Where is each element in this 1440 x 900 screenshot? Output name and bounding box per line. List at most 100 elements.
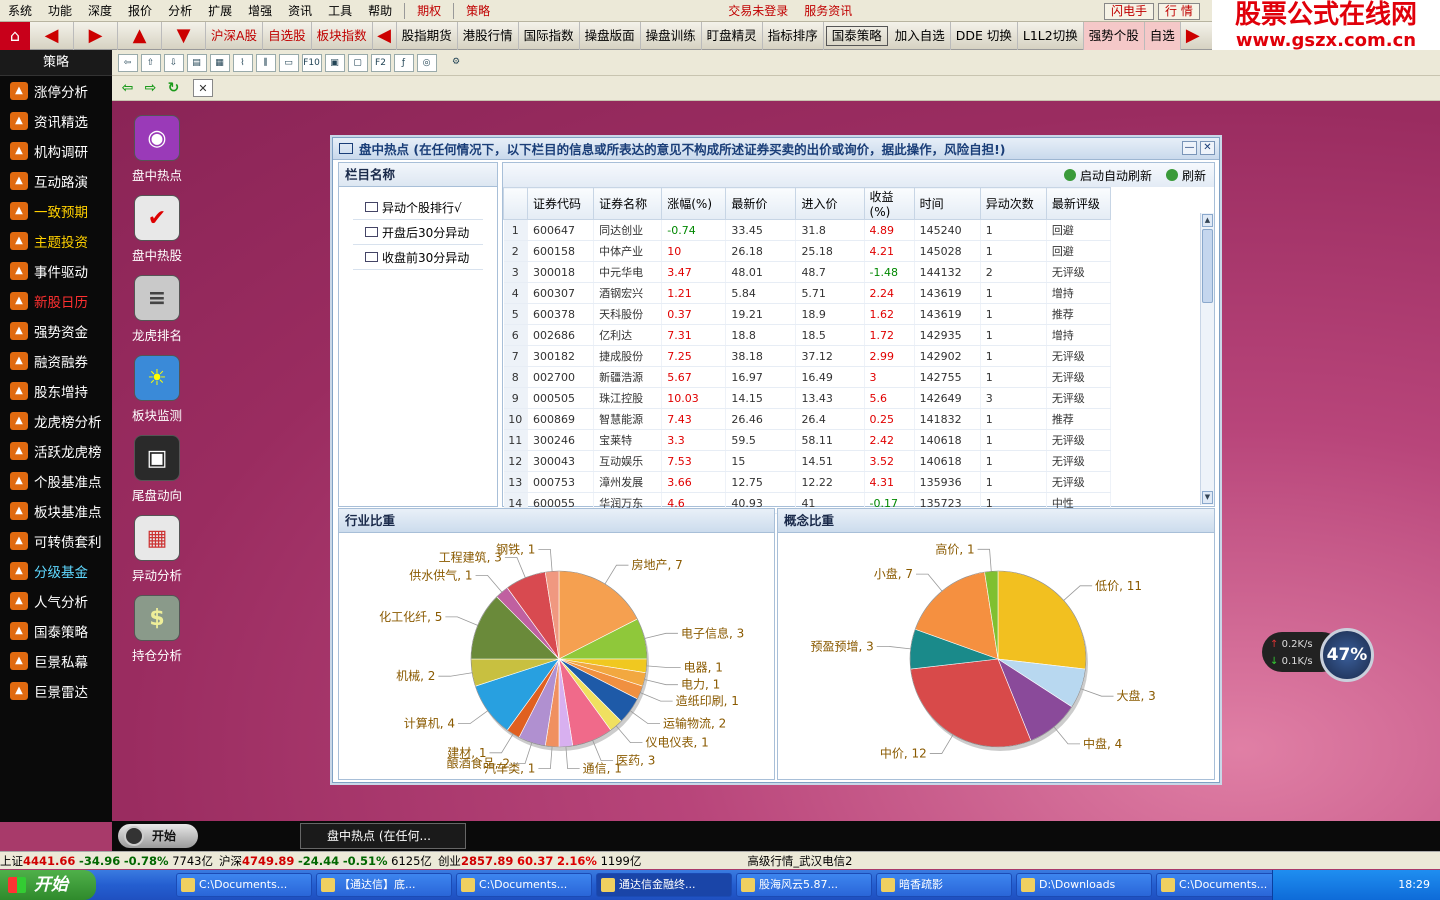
sidebar-item[interactable]: ▲ 机构调研 <box>0 136 112 166</box>
desktop-icon[interactable]: $ 持仓分析 <box>122 595 192 664</box>
nav-tab[interactable]: 沪深A股 <box>206 21 264 50</box>
nav-scroll-right-icon[interactable]: ▶ <box>1181 22 1205 50</box>
sidebar-item[interactable]: ▲ 互动路演 <box>0 166 112 196</box>
doc-icon[interactable]: ▭ <box>278 53 299 72</box>
nav-tab[interactable]: DDE 切换 <box>951 21 1018 50</box>
nav-tab[interactable]: 盯盘精灵 <box>702 21 763 50</box>
nav-tab[interactable]: 操盘版面 <box>580 21 641 50</box>
menu-item[interactable]: 增强 <box>240 0 280 22</box>
table-header-cell[interactable]: 最新价 <box>725 187 797 220</box>
nav-tab[interactable]: 加入自选 <box>890 21 951 50</box>
table-row[interactable]: 10 600869 智慧能源 7.43 26.46 26.4 0.25 141832 1 推荐 <box>503 408 1112 430</box>
close-icon[interactable]: ✕ <box>193 79 213 97</box>
back-icon[interactable]: ⇦ <box>117 53 138 72</box>
line-chart-icon[interactable]: ⌇ <box>232 53 253 72</box>
sidebar-item[interactable]: ▲ 新股日历 <box>0 286 112 316</box>
f10-icon[interactable]: F10 <box>301 53 322 72</box>
pie-slice[interactable] <box>997 570 1087 670</box>
forward-green-icon[interactable]: ⇨ <box>141 79 161 97</box>
scroll-up-icon[interactable]: ▲ <box>1202 214 1213 227</box>
sidebar-item[interactable]: ▲ 分级基金 <box>0 556 112 586</box>
menu-item[interactable]: 资讯 <box>280 0 320 22</box>
table-row[interactable]: 2 600158 中体产业 10 26.18 25.18 4.21 145028 1 回避 <box>503 240 1112 262</box>
candle-icon[interactable]: ⫼ <box>255 53 276 72</box>
box-icon[interactable]: ▢ <box>347 53 368 72</box>
taskbar-button[interactable]: D:\Downloads <box>1016 873 1152 897</box>
windows-start-button[interactable]: 开始 <box>0 870 96 900</box>
index-cy[interactable]: 创业2857.89 60.37 2.16% 1199亿 <box>438 853 641 869</box>
menu-celue[interactable]: 策略 <box>458 0 498 22</box>
service-news[interactable]: 服务资讯 <box>796 0 860 22</box>
table-row[interactable]: 1 600647 同达创业 -0.74 33.45 31.8 4.89 145240 1 回避 <box>503 219 1112 241</box>
scroll-thumb[interactable] <box>1202 229 1213 303</box>
taskbar-button[interactable]: 【通达信】底... <box>316 873 452 897</box>
up-icon[interactable]: ⇧ <box>140 53 161 72</box>
table-header-cell[interactable]: 进入价 <box>795 187 865 220</box>
desktop-icon[interactable]: ▣ 尾盘动向 <box>122 435 192 504</box>
menu-item[interactable]: 报价 <box>120 0 160 22</box>
table-header-cell[interactable]: 证券代码 <box>527 187 595 220</box>
taskbar-button[interactable]: 股海风云5.87... <box>736 873 872 897</box>
nav-tab[interactable]: L1L2切换 <box>1018 21 1084 50</box>
menu-item[interactable]: 深度 <box>80 0 120 22</box>
menu-item[interactable]: 分析 <box>160 0 200 22</box>
home-icon[interactable]: ⌂ <box>0 21 30 50</box>
taskbar-button[interactable]: 通达信金融终... <box>596 873 732 897</box>
nav-tab[interactable]: 股指期货 <box>397 21 458 50</box>
sidebar-item[interactable]: ▲ 融资融券 <box>0 346 112 376</box>
nav-tab[interactable]: 港股行情 <box>458 21 519 50</box>
auto-refresh-button[interactable]: 启动自动刷新 <box>1063 167 1152 184</box>
sidebar-item[interactable]: ▲ 巨景雷达 <box>0 676 112 706</box>
desktop-icon[interactable]: ≡ 龙虎排名 <box>122 275 192 344</box>
sidebar-item[interactable]: ▲ 活跃龙虎榜 <box>0 436 112 466</box>
index-sh[interactable]: 上证4441.66 -34.96 -0.78% 7743亿 <box>0 853 213 869</box>
table-header-cell[interactable]: 时间 <box>913 187 981 220</box>
nav-tab[interactable]: 操盘训练 <box>641 21 702 50</box>
table-row[interactable]: 9 000505 珠江控股 10.03 14.15 13.43 5.6 142649 3 无评级 <box>503 387 1112 409</box>
network-speed-widget[interactable]: ↑ 0.2K/s ↓ 0.1K/s 47% <box>1262 628 1380 682</box>
desktop-icon[interactable]: ✔ 盘中热股 <box>122 195 192 264</box>
index-hs[interactable]: 沪深4749.89 -24.44 -0.51% 6125亿 <box>219 853 432 869</box>
app-task-window[interactable]: 盘中热点 (在任何... <box>300 823 466 849</box>
sidebar-item[interactable]: ▲ 可转债套利 <box>0 526 112 556</box>
taskbar-button[interactable]: C:\Documents... <box>176 873 312 897</box>
flash-trade-button[interactable]: 闪电手 <box>1104 3 1155 20</box>
nav-tab[interactable]: 指标排序 <box>763 21 824 50</box>
menu-item[interactable]: 帮助 <box>360 0 400 22</box>
market-button[interactable]: 行 情 <box>1158 3 1200 20</box>
table-row[interactable]: 13 000753 漳州发展 3.66 12.75 12.22 4.31 135936 1 无评级 <box>503 471 1112 493</box>
list-icon[interactable]: ▤ <box>186 53 207 72</box>
column-item[interactable]: 异动个股排行√ <box>353 195 483 220</box>
menu-item[interactable]: 功能 <box>40 0 80 22</box>
table-row[interactable]: 8 002700 新疆浩源 5.67 16.97 16.49 3 142755 1 无评级 <box>503 366 1112 388</box>
circle-icon[interactable]: ◎ <box>416 53 437 72</box>
table-row[interactable]: 5 600378 天科股份 0.37 19.21 18.9 1.62 143619 1 推荐 <box>503 303 1112 325</box>
refresh-icon[interactable]: ↻ <box>164 79 184 97</box>
settings-icon[interactable]: ⚙ <box>446 54 466 72</box>
sidebar-item[interactable]: ▲ 巨景私幕 <box>0 646 112 676</box>
down-arrow-icon[interactable]: ▼ <box>162 21 206 50</box>
table-row[interactable]: 6 002686 亿利达 7.31 18.8 18.5 1.72 142935 1 增持 <box>503 324 1112 346</box>
sidebar-item[interactable]: ▲ 国泰策略 <box>0 616 112 646</box>
nav-tab[interactable]: 国泰策略 <box>825 25 888 46</box>
login-status[interactable]: 交易未登录 <box>720 0 796 22</box>
nav-tab[interactable]: 强势个股 <box>1083 21 1145 50</box>
sidebar-item[interactable]: ▲ 涨停分析 <box>0 76 112 106</box>
back-green-icon[interactable]: ⇦ <box>118 79 138 97</box>
sidebar-item[interactable]: ▲ 强势资金 <box>0 316 112 346</box>
table-row[interactable]: 3 300018 中元华电 3.47 48.01 48.7 -1.48 144132 2 无评级 <box>503 261 1112 283</box>
memo-icon[interactable]: ▣ <box>324 53 345 72</box>
app-start-button[interactable]: 开始 <box>118 824 198 848</box>
f2-icon[interactable]: F2 <box>370 53 391 72</box>
quick-launch[interactable] <box>96 870 176 900</box>
table-row[interactable]: 12 300043 互动娱乐 7.53 15 14.51 3.52 140618 1 无评级 <box>503 450 1112 472</box>
table-row[interactable]: 11 300246 宝莱特 3.3 59.5 58.11 2.42 140618 1 无评级 <box>503 429 1112 451</box>
table-header-cell[interactable]: 证券名称 <box>593 187 663 220</box>
sidebar-item[interactable]: ▲ 主题投资 <box>0 226 112 256</box>
down-icon[interactable]: ⇩ <box>163 53 184 72</box>
sidebar-item[interactable]: ▲ 事件驱动 <box>0 256 112 286</box>
sidebar-item[interactable]: ▲ 人气分析 <box>0 586 112 616</box>
sidebar-item[interactable]: ▲ 个股基准点 <box>0 466 112 496</box>
forward-arrow-icon[interactable]: ▶ <box>74 21 118 50</box>
column-item[interactable]: 开盘后30分异动 <box>353 220 483 245</box>
